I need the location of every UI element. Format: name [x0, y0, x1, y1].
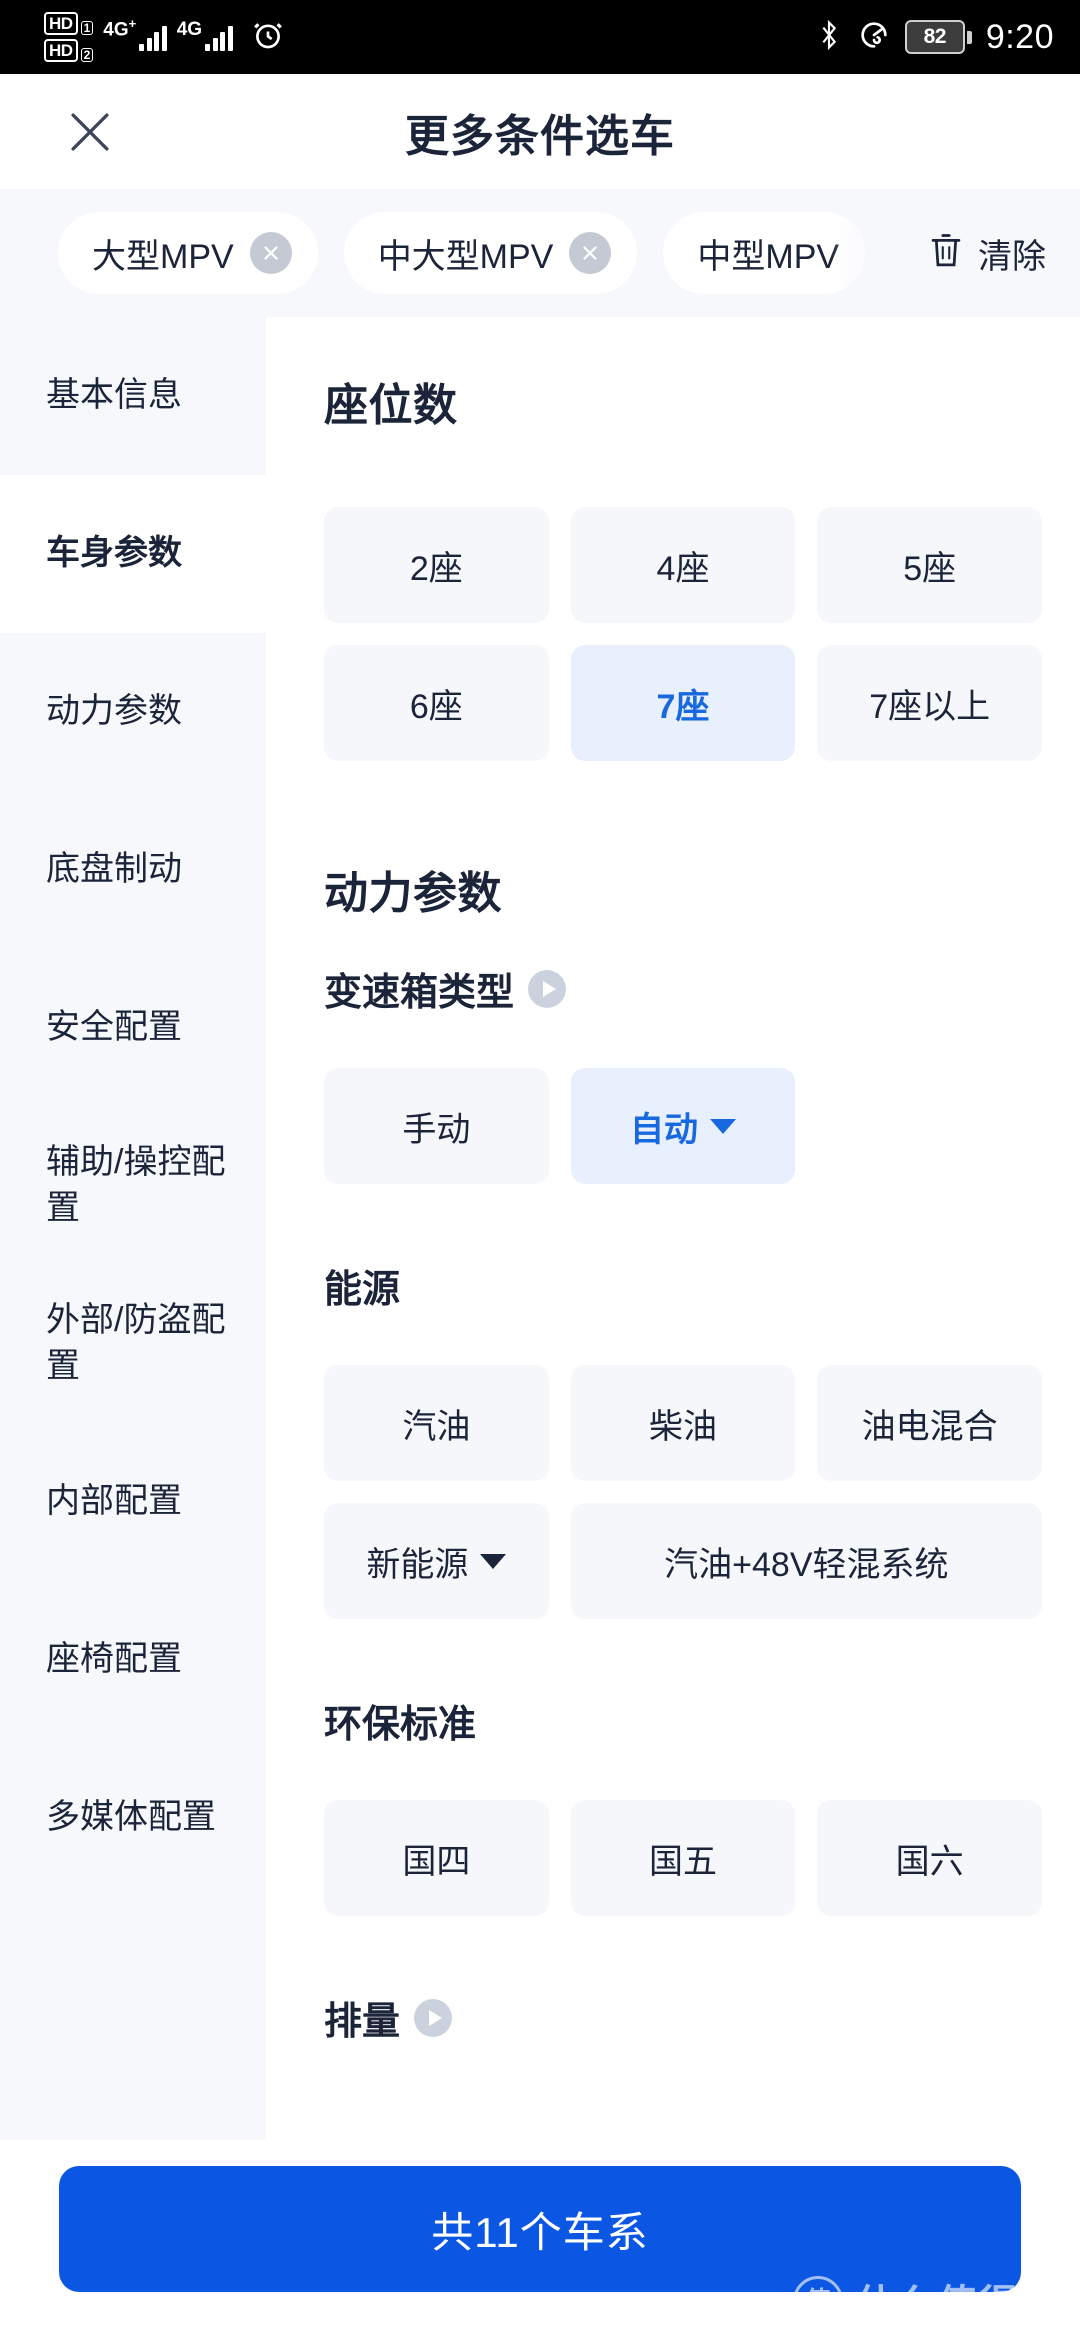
- status-bar-left: HD 1 HD 2 4G+ 4G: [44, 12, 285, 62]
- clear-filters-area: 清除: [830, 189, 1080, 317]
- network-type-secondary: 4G: [176, 19, 203, 40]
- option-emission-guo5[interactable]: 国五: [570, 1800, 796, 1916]
- seats-option-grid: 2座 4座 5座 6座 7座 7座以上: [324, 507, 1042, 761]
- sidebar-item-basic-info[interactable]: 基本信息: [0, 317, 266, 475]
- subsection-title-emission: 环保标准: [324, 1693, 1042, 1748]
- sidebar-item-assist-control-config[interactable]: 辅助/操控配置: [0, 1107, 266, 1265]
- signal-bars-icon: [139, 23, 167, 51]
- status-bar: HD 1 HD 2 4G+ 4G 82 9:20: [0, 0, 1080, 74]
- filter-content-panel: 座位数 2座 4座 5座 6座 7座 7座以上 动力参数 变速箱类型 手动 自动: [266, 317, 1080, 2197]
- signal-bars-icon: [205, 23, 233, 51]
- sidebar-item-exterior-antitheft-config[interactable]: 外部/防盗配置: [0, 1265, 266, 1423]
- subsection-title-transmission: 变速箱类型: [324, 961, 1042, 1016]
- option-energy-gasoline[interactable]: 汽油: [324, 1365, 549, 1481]
- play-icon[interactable]: [528, 969, 567, 1008]
- filter-chip-label: 中型MPV: [697, 237, 840, 276]
- transmission-option-grid: 手动 自动: [324, 1068, 1042, 1184]
- page-title: 更多条件选车: [405, 111, 675, 161]
- sidebar-item-power-params[interactable]: 动力参数: [0, 633, 266, 791]
- option-label: 新能源: [366, 1545, 469, 1584]
- alarm-clock-icon: [251, 18, 285, 57]
- clear-filters-button[interactable]: 清除: [926, 229, 1046, 278]
- remove-chip-icon[interactable]: [249, 232, 292, 274]
- filter-chip[interactable]: 中大型MPV: [343, 212, 638, 294]
- hd-icon: HD: [44, 12, 78, 35]
- battery-level-label: 82: [923, 25, 947, 48]
- option-emission-guo6[interactable]: 国六: [817, 1800, 1042, 1916]
- energy-option-grid: 汽油 柴油 油电混合 新能源 汽油+48V轻混系统: [324, 1365, 1042, 1619]
- filter-chip[interactable]: 大型MPV: [58, 212, 318, 294]
- sim-index-label: 2: [80, 48, 94, 62]
- status-bar-right: 82 9:20: [815, 18, 1054, 57]
- filter-chip-label: 大型MPV: [92, 237, 234, 276]
- sim-index-label: 1: [80, 21, 94, 35]
- volte-badges: HD 1 HD 2: [44, 12, 94, 62]
- remove-chip-icon[interactable]: [569, 232, 612, 274]
- emission-option-grid: 国四 国五 国六: [324, 1800, 1042, 1916]
- option-transmission-auto[interactable]: 自动: [570, 1068, 796, 1184]
- hd-icon: HD: [44, 39, 78, 62]
- chevron-down-icon: [480, 1553, 507, 1569]
- filter-chips-bar: 大型MPV 中大型MPV 中型MPV 清除: [0, 189, 1080, 317]
- option-seats-2[interactable]: 2座: [324, 507, 549, 623]
- volte-badge-sim2: HD 2: [44, 39, 94, 62]
- filter-chip-label: 中大型MPV: [377, 237, 554, 276]
- chevron-down-icon: [709, 1118, 736, 1134]
- subsection-label: 排量: [324, 2001, 401, 2043]
- battery-indicator: 82: [904, 20, 972, 54]
- battery-nub: [966, 30, 972, 44]
- section-title-seats: 座位数: [324, 381, 458, 430]
- category-sidebar[interactable]: 基本信息 车身参数 动力参数 底盘制动 安全配置 辅助/操控配置 外部/防盗配置…: [0, 317, 266, 2197]
- app-header: 更多条件选车: [0, 74, 1080, 189]
- option-seats-5[interactable]: 5座: [817, 507, 1042, 623]
- option-seats-6[interactable]: 6座: [324, 645, 549, 761]
- option-energy-48v-mild-hybrid[interactable]: 汽油+48V轻混系统: [570, 1503, 1042, 1619]
- sidebar-item-multimedia-config[interactable]: 多媒体配置: [0, 1739, 266, 1897]
- option-transmission-manual[interactable]: 手动: [324, 1068, 549, 1184]
- play-icon[interactable]: [414, 1998, 453, 2037]
- sidebar-item-interior-config[interactable]: 内部配置: [0, 1423, 266, 1581]
- subsection-title-displacement: 排量: [324, 1990, 1042, 2045]
- clear-filters-label: 清除: [978, 237, 1046, 276]
- bottom-action-bar: 共11个车系 值 什么值得买: [0, 2140, 1080, 2340]
- option-energy-diesel[interactable]: 柴油: [570, 1365, 796, 1481]
- section-title-power-params: 动力参数: [324, 869, 502, 918]
- sidebar-item-body-params[interactable]: 车身参数: [0, 475, 266, 633]
- signal-secondary: 4G: [176, 19, 233, 51]
- sidebar-item-seat-config[interactable]: 座椅配置: [0, 1581, 266, 1739]
- option-seats-4[interactable]: 4座: [570, 507, 796, 623]
- sidebar-item-safety-config[interactable]: 安全配置: [0, 949, 266, 1107]
- close-icon[interactable]: [56, 98, 124, 166]
- subsection-title-energy: 能源: [324, 1258, 1042, 1313]
- main-body: 基本信息 车身参数 动力参数 底盘制动 安全配置 辅助/操控配置 外部/防盗配置…: [0, 317, 1080, 2197]
- speed-meter-icon: [857, 18, 891, 57]
- trash-icon: [926, 230, 966, 277]
- show-results-button[interactable]: 共11个车系: [59, 2166, 1021, 2292]
- option-energy-hybrid[interactable]: 油电混合: [817, 1365, 1042, 1481]
- volte-badge-sim1: HD 1: [44, 12, 94, 35]
- network-type-primary: 4G+: [103, 15, 137, 40]
- clock-label: 9:20: [985, 17, 1054, 56]
- signal-primary: 4G+: [103, 16, 167, 51]
- subsection-label: 能源: [324, 1269, 401, 1311]
- bluetooth-icon: [815, 18, 843, 57]
- option-emission-guo4[interactable]: 国四: [324, 1800, 549, 1916]
- option-seats-7[interactable]: 7座: [570, 645, 796, 761]
- subsection-label: 变速箱类型: [324, 972, 515, 1014]
- sidebar-item-chassis-brakes[interactable]: 底盘制动: [0, 791, 266, 949]
- option-label: 自动: [629, 1110, 698, 1149]
- option-seats-7plus[interactable]: 7座以上: [817, 645, 1042, 761]
- subsection-label: 环保标准: [324, 1704, 477, 1746]
- option-energy-new-energy[interactable]: 新能源: [324, 1503, 549, 1619]
